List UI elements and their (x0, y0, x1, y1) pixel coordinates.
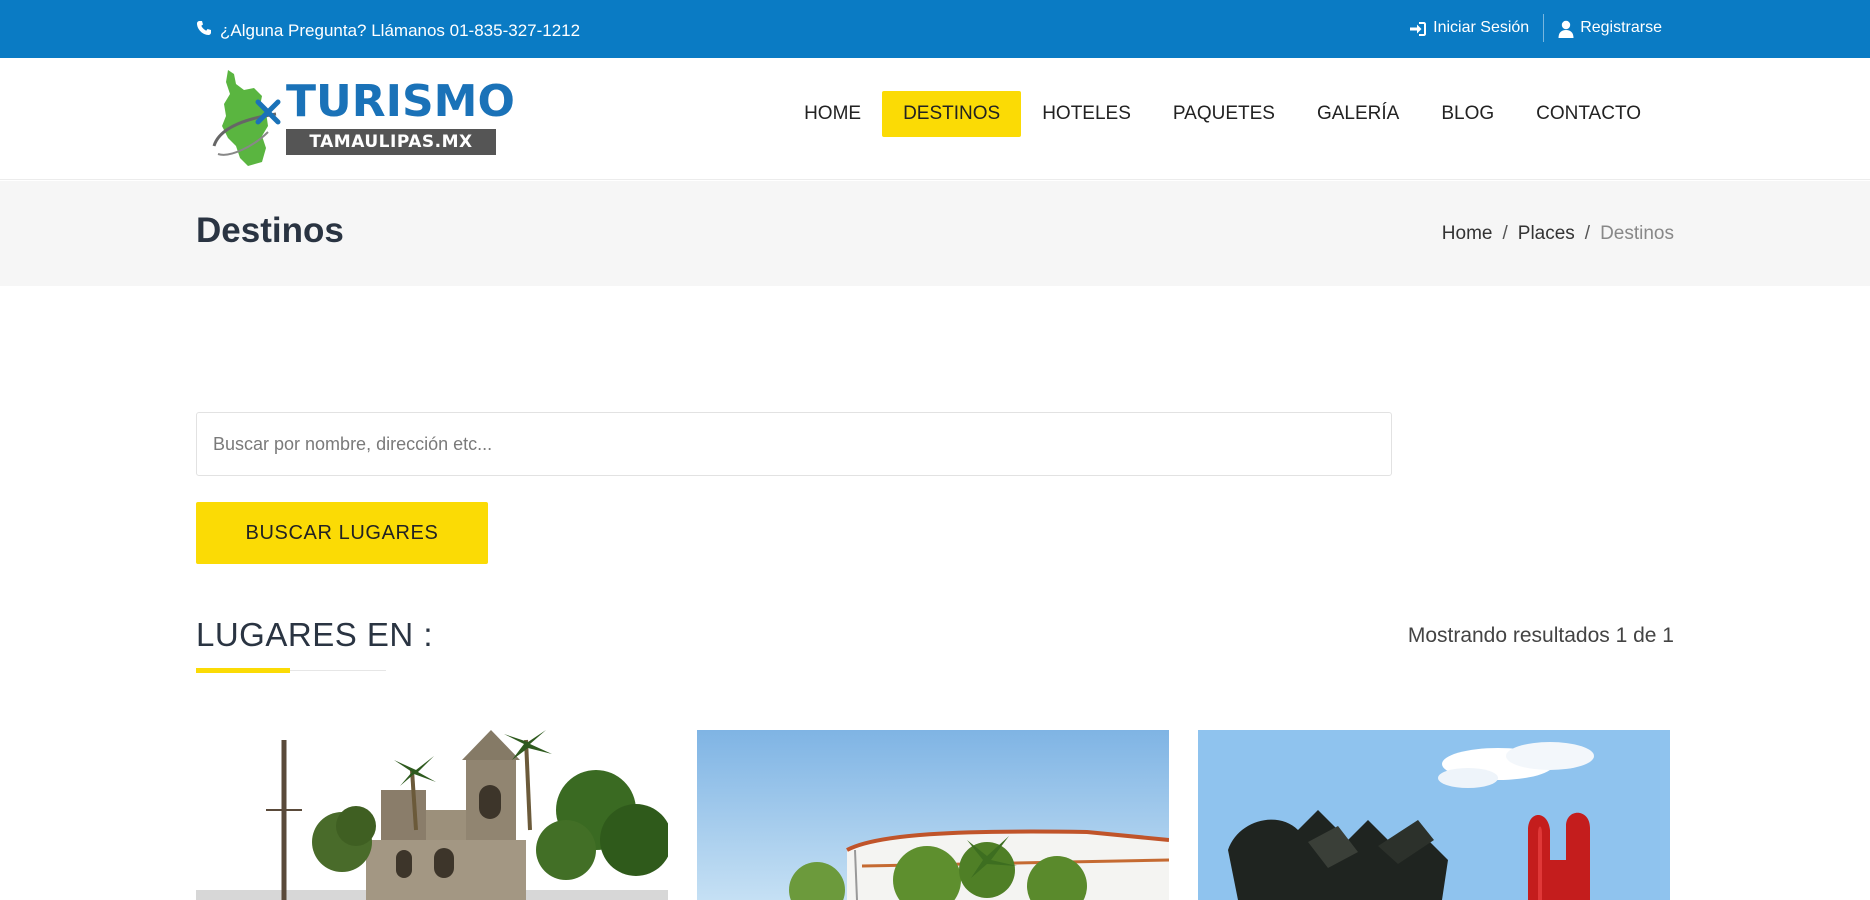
page-title: Destinos (196, 211, 344, 250)
site-logo[interactable]: TURISMO TAMAULIPAS.MX (210, 66, 515, 170)
user-icon (1558, 12, 1574, 43)
church-photo (196, 730, 668, 900)
section-heading: LUGARES EN : (196, 616, 434, 653)
heading-underline-accent (196, 668, 290, 673)
page-title-band: Destinos Home / Places / Destinos (0, 181, 1870, 286)
results-count: Mostrando resultados 1 de 1 (1407, 624, 1674, 647)
breadcrumb: Home / Places / Destinos (1442, 223, 1674, 245)
site-header: TURISMO TAMAULIPAS.MX HOME DESTINOS HOTE… (0, 58, 1870, 180)
phone-icon (196, 20, 212, 41)
search-places-button[interactable]: BUSCAR LUGARES (196, 502, 488, 564)
sign-in-icon (1409, 12, 1427, 43)
place-card[interactable] (697, 730, 1169, 900)
nav-item-blog[interactable]: BLOG (1420, 91, 1515, 137)
top-bar: ¿Alguna Pregunta? Llámanos 01-835-327-12… (0, 0, 1870, 58)
nav-item-galeria[interactable]: GALERÍA (1296, 91, 1420, 137)
login-label: Iniciar Sesión (1433, 18, 1530, 36)
building-photo (697, 730, 1169, 900)
search-input[interactable] (196, 412, 1392, 476)
main-nav: HOME DESTINOS HOTELES PAQUETES GALERÍA B… (783, 91, 1662, 137)
nav-item-destinos[interactable]: DESTINOS (882, 91, 1022, 137)
logo-title: TURISMO (286, 76, 515, 127)
nav-item-hoteles[interactable]: HOTELES (1021, 91, 1152, 137)
register-link[interactable]: Registrarse (1558, 12, 1662, 43)
breadcrumb-separator: / (1502, 223, 1508, 244)
nav-item-paquetes[interactable]: PAQUETES (1152, 91, 1296, 137)
nav-item-home[interactable]: HOME (783, 91, 882, 137)
breadcrumb-home[interactable]: Home (1442, 223, 1493, 245)
phone-text: ¿Alguna Pregunta? Llámanos 01-835-327-12… (220, 20, 581, 40)
login-link[interactable]: Iniciar Sesión (1409, 12, 1529, 43)
breadcrumb-current: Destinos (1600, 223, 1674, 244)
nav-item-contacto[interactable]: CONTACTO (1515, 91, 1662, 137)
register-label: Registrarse (1580, 18, 1662, 36)
breadcrumb-places[interactable]: Places (1518, 223, 1575, 245)
contact-phone[interactable]: ¿Alguna Pregunta? Llámanos 01-835-327-12… (196, 20, 580, 41)
tamaulipas-map-icon (212, 70, 281, 166)
sculpture-photo (1198, 730, 1670, 900)
place-card[interactable] (1198, 730, 1670, 900)
logo-subtitle: TAMAULIPAS.MX (286, 129, 496, 155)
breadcrumb-separator: / (1584, 223, 1591, 244)
place-card[interactable] (196, 730, 668, 900)
auth-divider (1543, 13, 1545, 42)
auth-links: Iniciar Sesión Registrarse (1409, 12, 1662, 43)
